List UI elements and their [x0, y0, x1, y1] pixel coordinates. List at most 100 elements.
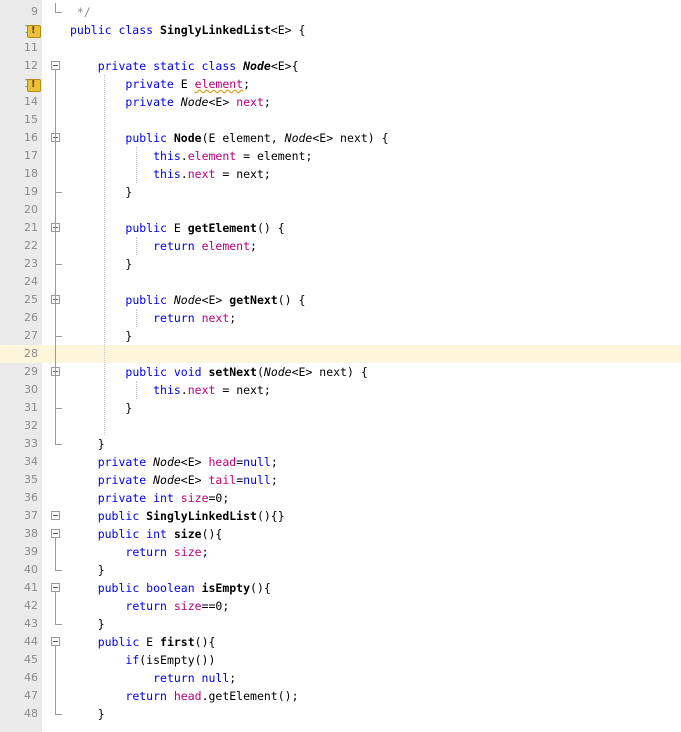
code-line[interactable]: 9 */ — [0, 3, 681, 21]
code-line[interactable]: 24 — [0, 273, 681, 291]
code-token: (){ — [201, 527, 223, 541]
code-line[interactable]: 21 public E getElement() { — [0, 219, 681, 237]
line-number: 28 — [24, 347, 38, 360]
code-text: this.element = element; — [70, 147, 312, 165]
code-token: Node — [180, 95, 209, 109]
code-text: return next; — [70, 309, 236, 327]
code-line[interactable]: 38 public int size(){ — [0, 525, 681, 543]
code-text: private static class Node<E>{ — [70, 57, 299, 75]
code-line[interactable]: 34 private Node<E> head=null; — [0, 453, 681, 471]
code-line[interactable]: 48 } — [0, 705, 681, 723]
line-number: 32 — [24, 419, 38, 432]
code-line[interactable]: 33 } — [0, 435, 681, 453]
code-line[interactable]: 35 private Node<E> tail=null; — [0, 471, 681, 489]
fold-toggle-icon[interactable] — [51, 511, 60, 520]
code-text: */ — [70, 3, 91, 21]
code-text: return size; — [70, 543, 208, 561]
code-line[interactable]: 22 return element; — [0, 237, 681, 255]
code-token: this — [153, 149, 181, 163]
code-line[interactable]: 17 this.element = element; — [0, 147, 681, 165]
warning-icon[interactable] — [27, 76, 41, 94]
code-line[interactable]: 25 public Node<E> getNext() { — [0, 291, 681, 309]
code-line[interactable]: 46 return null; — [0, 669, 681, 687]
code-token: public — [125, 221, 174, 235]
code-line[interactable]: 29 public void setNext(Node<E> next) { — [0, 363, 681, 381]
code-line[interactable]: 43 } — [0, 615, 681, 633]
code-line[interactable]: 36 private int size=0; — [0, 489, 681, 507]
code-text: } — [70, 705, 105, 723]
code-line[interactable]: 40 } — [0, 561, 681, 579]
code-token: private — [97, 455, 154, 469]
code-line[interactable]: 18 this.next = next; — [0, 165, 681, 183]
code-line[interactable]: 11 — [0, 39, 681, 57]
code-text: public E getElement() { — [70, 219, 284, 237]
line-number: 29 — [24, 365, 38, 378]
code-token: . — [180, 149, 188, 163]
code-line[interactable]: 39 return size; — [0, 543, 681, 561]
code-token: (){ — [250, 581, 271, 595]
code-text: } — [70, 615, 105, 633]
code-token: E — [180, 77, 195, 91]
code-token: ; — [270, 473, 278, 487]
code-line[interactable]: 28 — [0, 345, 681, 363]
indent-guide — [136, 381, 137, 399]
code-token: <E> — [208, 95, 237, 109]
code-token: } — [70, 437, 105, 451]
code-line[interactable]: 41 public boolean isEmpty(){ — [0, 579, 681, 597]
code-line[interactable]: 27 } — [0, 327, 681, 345]
code-line[interactable]: 37 public SinglyLinkedList(){} — [0, 507, 681, 525]
code-token: Node — [284, 131, 313, 145]
code-token: size — [180, 491, 209, 505]
code-text: this.next = next; — [70, 381, 271, 399]
code-token: null — [243, 455, 271, 469]
code-line[interactable]: 14 private Node<E> next; — [0, 93, 681, 111]
code-line[interactable]: 30 this.next = next; — [0, 381, 681, 399]
line-number: 14 — [24, 95, 38, 108]
fold-toggle-icon[interactable] — [51, 529, 60, 538]
code-line[interactable]: 19 } — [0, 183, 681, 201]
line-number: 15 — [24, 113, 38, 126]
line-number: 18 — [24, 167, 38, 180]
code-token: () { — [277, 293, 306, 307]
code-token: this — [153, 167, 181, 181]
code-token: first — [160, 635, 195, 649]
code-line[interactable]: 20 — [0, 201, 681, 219]
code-text: } — [70, 183, 132, 201]
code-line[interactable]: 15 — [0, 111, 681, 129]
line-number: 17 — [24, 149, 38, 162]
code-line[interactable]: 42 return size==0; — [0, 597, 681, 615]
fold-toggle-icon[interactable] — [51, 583, 60, 592]
fold-toggle-icon[interactable] — [51, 61, 60, 70]
code-line[interactable]: 13 private E element; — [0, 75, 681, 94]
code-token: public — [97, 635, 147, 649]
code-line[interactable]: 32 — [0, 417, 681, 435]
code-token: ; — [229, 671, 237, 685]
code-line[interactable]: 31 } — [0, 399, 681, 417]
code-token: getNext — [229, 293, 278, 307]
code-line[interactable]: 16 public Node(E element, Node<E> next) … — [0, 129, 681, 147]
line-number: 26 — [24, 311, 38, 324]
code-line[interactable]: 45 if(isEmpty()) — [0, 651, 681, 669]
code-line[interactable]: 47 return head.getElement(); — [0, 687, 681, 705]
code-line[interactable]: 23 } — [0, 255, 681, 273]
code-line[interactable]: 10public class SinglyLinkedList<E> { — [0, 21, 681, 40]
code-token: . — [180, 383, 188, 397]
warning-icon[interactable] — [27, 22, 41, 40]
code-token: setNext — [208, 365, 257, 379]
fold-connector — [55, 646, 56, 714]
line-number: 12 — [24, 59, 38, 72]
indent-guide — [104, 75, 105, 435]
code-line[interactable]: 44 public E first(){ — [0, 633, 681, 651]
code-line[interactable]: 12 private static class Node<E>{ — [0, 57, 681, 75]
code-token: size — [173, 545, 202, 559]
code-token: ==0; — [201, 599, 230, 613]
fold-end-icon — [55, 615, 62, 625]
code-token: return — [125, 545, 174, 559]
code-token: <E> { — [270, 23, 306, 37]
fold-toggle-icon[interactable] — [51, 637, 60, 646]
code-line[interactable]: 26 return next; — [0, 309, 681, 327]
